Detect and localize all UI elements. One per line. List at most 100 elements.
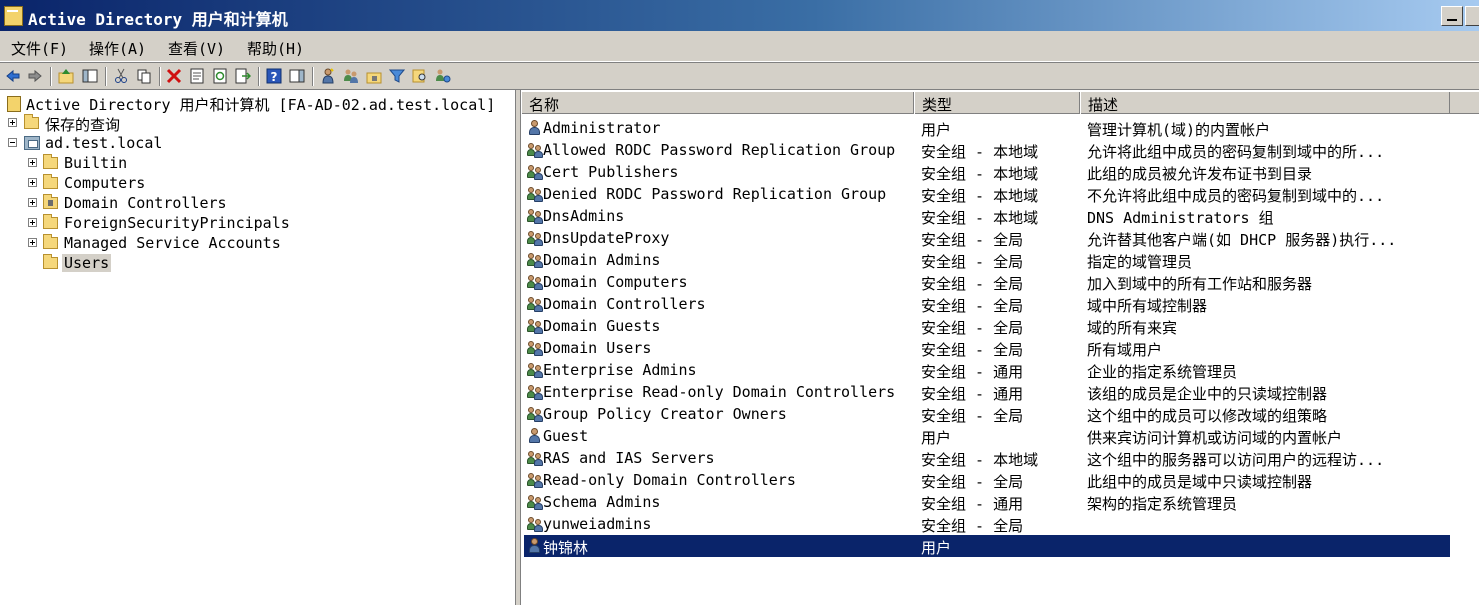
help-icon[interactable]: ? (266, 68, 282, 84)
svg-text:?: ? (271, 70, 278, 84)
group-icon (527, 164, 543, 180)
folder-icon (43, 234, 58, 249)
tree-item-foreign-security-principals[interactable]: ForeignSecurityPrincipals (0, 213, 516, 233)
up-folder-icon[interactable] (58, 68, 74, 84)
table-row[interactable]: Domain Computers 安全组 - 全局 加入到域中的所有工作站和服务器 (524, 271, 1450, 293)
ou-folder-icon (43, 194, 58, 209)
table-row[interactable]: DnsUpdateProxy 安全组 - 全局 允许替其他客户端(如 DHCP 服务… (524, 227, 1450, 249)
expand-icon[interactable] (8, 118, 17, 127)
menu-file[interactable]: 文件(F) (11, 38, 68, 59)
cell-desc: 允许将此组中成员的密码复制到域中的所... (1087, 143, 1385, 161)
table-row[interactable]: RAS and IAS Servers 安全组 - 本地域 这个组中的服务器可以访问… (524, 447, 1450, 469)
cell-type: 安全组 - 本地域 (921, 209, 1039, 227)
expand-icon[interactable] (28, 218, 37, 227)
tree-item-managed-service-accounts[interactable]: Managed Service Accounts (0, 233, 516, 253)
group-icon (527, 450, 543, 466)
cell-name: Administrator (543, 119, 661, 137)
cell-name: DnsUpdateProxy (543, 229, 670, 247)
maximize-button[interactable] (1465, 6, 1479, 26)
group-icon (527, 274, 543, 290)
cell-desc: DNS Administrators 组 (1087, 209, 1274, 227)
cell-type: 安全组 - 全局 (921, 407, 1024, 425)
tree-item-users[interactable]: Users (0, 253, 516, 273)
show-hide-console-tree-icon[interactable] (82, 68, 98, 84)
cell-type: 用户 (921, 429, 952, 447)
find-icon[interactable] (412, 68, 428, 84)
column-header-description[interactable]: 描述 (1080, 92, 1450, 114)
collapse-icon[interactable] (8, 138, 17, 147)
cell-name: Enterprise Read-only Domain Controllers (543, 383, 896, 401)
expand-icon[interactable] (28, 158, 37, 167)
new-user-icon[interactable] (320, 68, 336, 84)
group-icon (527, 142, 543, 158)
refresh-icon[interactable] (212, 68, 228, 84)
table-row[interactable]: Domain Admins 安全组 - 全局 指定的域管理员 (524, 249, 1450, 271)
cell-type: 用户 (921, 539, 952, 557)
cell-type: 安全组 - 本地域 (921, 143, 1039, 161)
table-row[interactable]: Enterprise Admins 安全组 - 通用 企业的指定系统管理员 (524, 359, 1450, 381)
cell-name: Schema Admins (543, 493, 661, 511)
new-group-icon[interactable] (343, 68, 359, 84)
table-row[interactable]: Schema Admins 安全组 - 通用 架构的指定系统管理员 (524, 491, 1450, 513)
tree-item-builtin[interactable]: Builtin (0, 153, 516, 173)
cell-type: 安全组 - 全局 (921, 297, 1024, 315)
filter-icon[interactable] (389, 68, 405, 84)
cut-icon[interactable] (113, 68, 129, 84)
group-icon (527, 494, 543, 510)
table-row[interactable]: Group Policy Creator Owners 安全组 - 全局 这个组中的… (524, 403, 1450, 425)
expand-icon[interactable] (28, 178, 37, 187)
menu-help[interactable]: 帮助(H) (247, 38, 304, 59)
folder-icon (24, 114, 39, 129)
back-icon[interactable] (5, 68, 21, 84)
tree-item-computers[interactable]: Computers (0, 173, 516, 193)
menu-action[interactable]: 操作(A) (89, 38, 146, 59)
cell-name: DnsAdmins (543, 207, 625, 225)
domain-icon (24, 136, 40, 150)
table-row[interactable]: Domain Users 安全组 - 全局 所有域用户 (524, 337, 1450, 359)
tree-label: ad.test.local (45, 134, 163, 152)
ad-app-icon (4, 6, 23, 26)
copy-icon[interactable] (136, 68, 152, 84)
table-row[interactable]: Read-only Domain Controllers 安全组 - 全局 此组中的… (524, 469, 1450, 491)
table-row[interactable]: Allowed RODC Password Replication Group 安… (524, 139, 1450, 161)
column-header-type[interactable]: 类型 (914, 92, 1080, 114)
tree-item-domain[interactable]: ad.test.local (0, 133, 516, 153)
expand-icon[interactable] (28, 198, 37, 207)
table-row[interactable]: 钟锦林 用户 (524, 535, 1450, 557)
cell-name: Domain Controllers (543, 295, 706, 313)
group-icon (527, 406, 543, 422)
group-icon (527, 186, 543, 202)
tree-root[interactable]: Active Directory 用户和计算机 [FA-AD-02.ad.tes… (0, 93, 516, 114)
table-row[interactable]: DnsAdmins 安全组 - 本地域 DNS Administrators 组 (524, 205, 1450, 227)
table-row[interactable]: Guest 用户 供来宾访问计算机或访问域的内置帐户 (524, 425, 1450, 447)
table-row[interactable]: Cert Publishers 安全组 - 本地域 此组的成员被允许发布证书到目录 (524, 161, 1450, 183)
group-icon (527, 340, 543, 356)
add-to-group-icon[interactable] (435, 68, 451, 84)
list-header: 名称 类型 描述 (521, 92, 1479, 114)
properties-icon[interactable] (189, 68, 205, 84)
cell-desc: 供来宾访问计算机或访问域的内置帐户 (1087, 429, 1343, 447)
tree-item-saved-queries[interactable]: 保存的查询 (0, 113, 516, 134)
export-list-icon[interactable] (235, 68, 251, 84)
new-ou-icon[interactable] (366, 68, 382, 84)
tree-item-domain-controllers[interactable]: Domain Controllers (0, 193, 516, 213)
user-icon (527, 120, 543, 136)
cell-name: Enterprise Admins (543, 361, 697, 379)
ad-users-computers-icon (7, 96, 21, 112)
table-row[interactable]: Domain Guests 安全组 - 全局 域的所有来宾 (524, 315, 1450, 337)
table-row[interactable]: Enterprise Read-only Domain Controllers 安… (524, 381, 1450, 403)
table-row[interactable]: Denied RODC Password Replication Group 安全… (524, 183, 1450, 205)
forward-icon[interactable] (27, 68, 43, 84)
column-header-name[interactable]: 名称 (521, 92, 914, 114)
expand-icon[interactable] (28, 238, 37, 247)
show-hide-action-pane-icon[interactable] (289, 68, 305, 84)
cell-name: RAS and IAS Servers (543, 449, 715, 467)
delete-icon[interactable] (166, 68, 182, 84)
table-row[interactable]: Administrator 用户 管理计算机(域)的内置帐户 (524, 117, 1450, 139)
cell-desc: 这个组中的成员可以修改域的组策略 (1087, 407, 1328, 425)
table-row[interactable]: yunweiadmins 安全组 - 全局 (524, 513, 1450, 535)
menu-view[interactable]: 查看(V) (168, 38, 225, 59)
table-row[interactable]: Domain Controllers 安全组 - 全局 域中所有域控制器 (524, 293, 1450, 315)
minimize-button[interactable] (1441, 6, 1463, 26)
cell-type: 安全组 - 通用 (921, 495, 1024, 513)
